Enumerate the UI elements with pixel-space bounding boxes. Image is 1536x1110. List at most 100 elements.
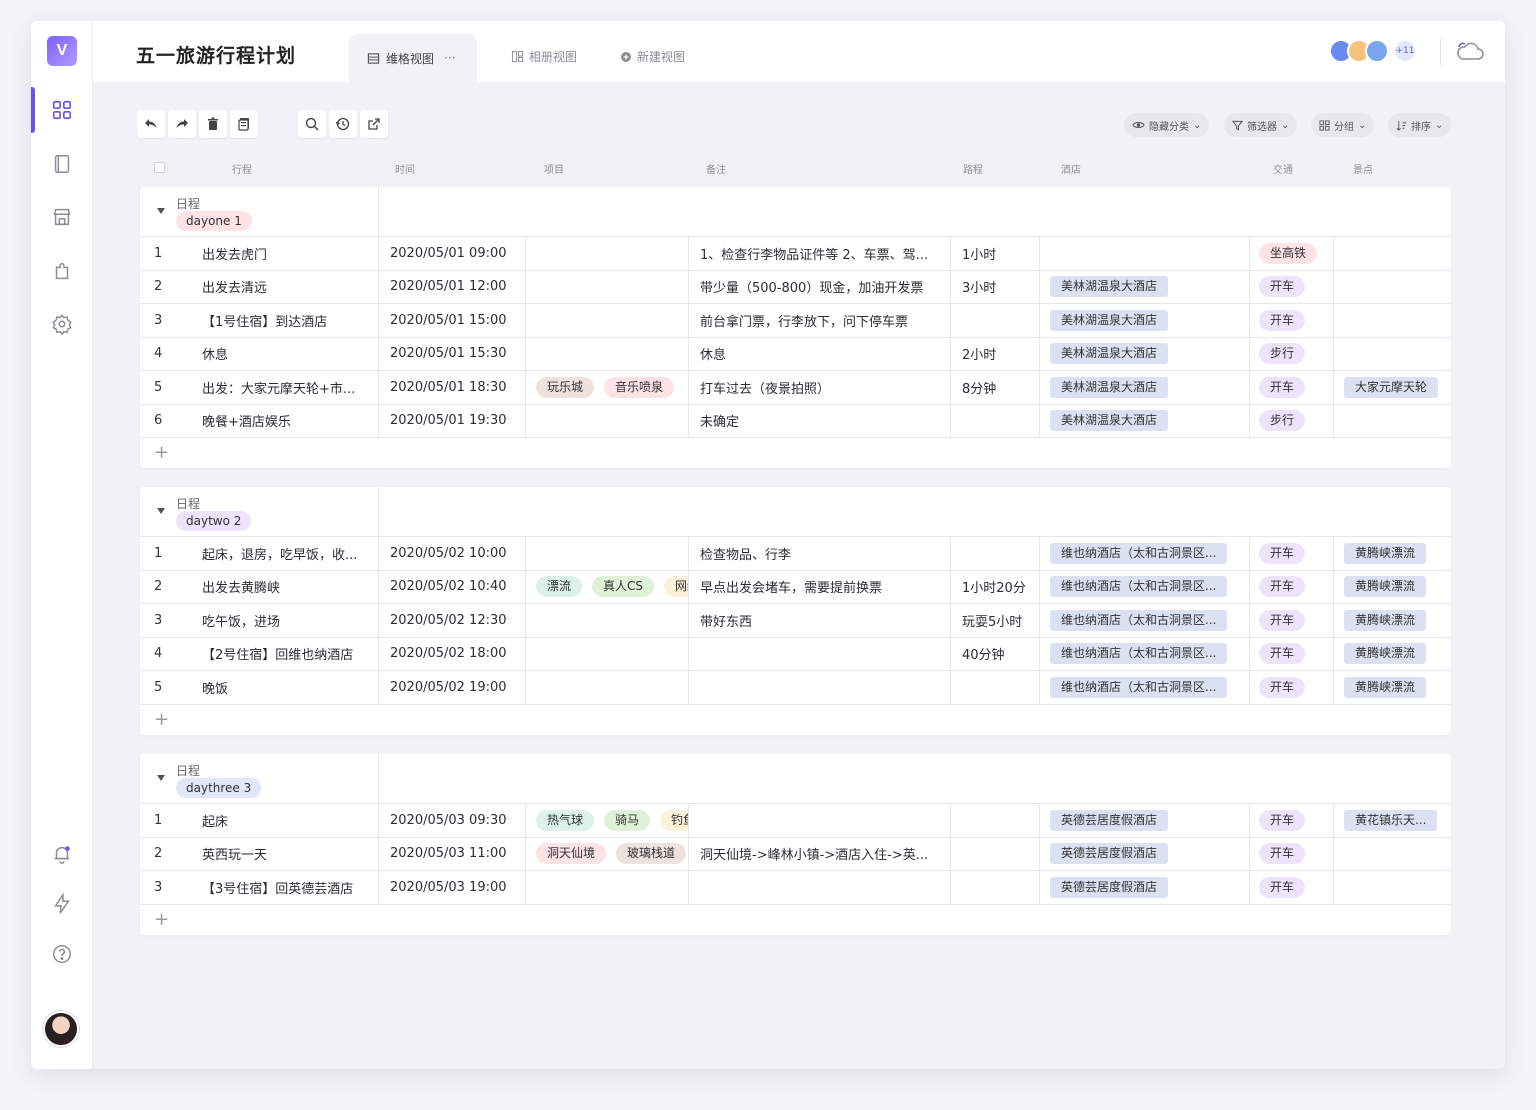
- cell-transport[interactable]: 开车: [1250, 604, 1334, 637]
- cell-time[interactable]: 2020/05/02 18:00: [379, 637, 526, 670]
- collapse-caret-icon[interactable]: [157, 508, 165, 514]
- history-button[interactable]: [329, 110, 357, 138]
- cell-transport[interactable]: 开车: [1250, 371, 1334, 404]
- cell-itinerary[interactable]: 起床，退房，吃早饭，收...: [190, 537, 379, 570]
- cell-note[interactable]: [689, 637, 951, 670]
- table-row[interactable]: 5 出发：大家元摩天轮+市... 2020/05/01 18:30 玩乐城 音乐喷泉 打车…: [140, 371, 1451, 405]
- cell-itinerary[interactable]: 【3号住宿】回英德芸酒店: [190, 871, 379, 904]
- cell-time[interactable]: 2020/05/02 12:30: [379, 604, 526, 637]
- cell-itinerary[interactable]: 英西玩一天: [190, 837, 379, 870]
- table-row[interactable]: 3 【3号住宿】回英德芸酒店 2020/05/03 19:00 英德芸居度假酒店 开车: [140, 871, 1451, 905]
- table-row[interactable]: 4 【2号住宿】回维也纳酒店 2020/05/02 18:00 40分钟 维也纳酒店（太…: [140, 637, 1451, 671]
- cell-itinerary[interactable]: 晚饭: [190, 671, 379, 704]
- cell-itinerary[interactable]: 出发去清远: [190, 270, 379, 303]
- cell-note[interactable]: 前台拿门票，行李放下，问下停车票: [689, 304, 951, 337]
- cell-attraction[interactable]: [1334, 838, 1451, 871]
- cell-attraction[interactable]: 黄腾峡漂流: [1334, 571, 1451, 604]
- table-row[interactable]: 1 出发去虎门 2020/05/01 09:00 1、检查行李物品证件等 2、车票、驾…: [140, 237, 1451, 271]
- cell-hotel[interactable]: 美林湖温泉大酒店: [1040, 371, 1250, 404]
- cell-attraction[interactable]: [1334, 271, 1451, 304]
- cell-project[interactable]: [526, 671, 689, 704]
- cell-time[interactable]: 2020/05/01 19:30: [379, 404, 526, 437]
- add-record-button[interactable]: +: [140, 905, 1451, 935]
- filter-button[interactable]: 筛选器 ⌄: [1224, 113, 1298, 137]
- table-row[interactable]: 4 休息 2020/05/01 15:30 休息 2小时 美林湖温泉大酒店 步行: [140, 337, 1451, 371]
- cell-note[interactable]: 未确定: [689, 404, 951, 437]
- cell-time[interactable]: 2020/05/01 15:00: [379, 304, 526, 337]
- cell-transport[interactable]: 坐高铁: [1250, 237, 1334, 270]
- search-button[interactable]: [298, 110, 326, 138]
- cell-project[interactable]: [526, 304, 689, 337]
- cell-time[interactable]: 2020/05/03 19:00: [379, 871, 526, 904]
- cell-attraction[interactable]: 黄腾峡漂流: [1334, 671, 1451, 704]
- store-icon[interactable]: [50, 205, 74, 229]
- undo-button[interactable]: [137, 110, 165, 138]
- cell-itinerary[interactable]: 出发：大家元摩天轮+市...: [190, 371, 379, 404]
- cell-transport[interactable]: 步行: [1250, 404, 1334, 437]
- cell-hotel[interactable]: 维也纳酒店（太和古洞景区...: [1040, 637, 1250, 670]
- cell-distance[interactable]: 40分钟: [951, 637, 1040, 670]
- table-row[interactable]: 2 出发去黄腾峡 2020/05/02 10:40 漂流真人CS 网红早点出发会堵车，需…: [140, 570, 1451, 604]
- cell-note[interactable]: 带少量（500-800）现金，加油开发票: [689, 270, 951, 303]
- tab-more-icon[interactable]: ···: [444, 51, 455, 65]
- cell-project[interactable]: [526, 604, 689, 637]
- cell-distance[interactable]: [951, 537, 1040, 570]
- cell-transport[interactable]: 开车: [1250, 537, 1334, 570]
- notebook-icon[interactable]: [50, 152, 74, 176]
- cell-hotel[interactable]: 英德芸居度假酒店: [1040, 837, 1250, 870]
- share-button[interactable]: [360, 110, 388, 138]
- copy-button[interactable]: [230, 110, 258, 138]
- lightning-icon[interactable]: [50, 892, 74, 916]
- table-row[interactable]: 5 晚饭 2020/05/02 19:00 维也纳酒店（太和古洞景区... 开车 黄腾峡漂…: [140, 671, 1451, 705]
- tab-gallery-view[interactable]: 相册视图: [511, 48, 577, 65]
- cell-distance[interactable]: [951, 404, 1040, 437]
- cell-distance[interactable]: 3小时: [951, 270, 1040, 303]
- cell-attraction[interactable]: 黄腾峡漂流: [1334, 638, 1451, 671]
- member-avatars[interactable]: +11: [1329, 39, 1417, 63]
- column-header[interactable]: 时间: [395, 161, 415, 176]
- cell-project[interactable]: [526, 337, 689, 370]
- cell-note[interactable]: 检查物品、行李: [689, 537, 951, 570]
- redo-button[interactable]: [168, 110, 196, 138]
- app-logo[interactable]: V: [47, 36, 77, 66]
- collapse-caret-icon[interactable]: [157, 775, 165, 781]
- notification-bell-icon[interactable]: [50, 842, 74, 866]
- user-avatar[interactable]: [43, 1011, 79, 1047]
- cell-note[interactable]: [689, 671, 951, 704]
- cell-distance[interactable]: 1小时: [951, 237, 1040, 270]
- cell-distance[interactable]: 2小时: [951, 337, 1040, 370]
- cell-itinerary[interactable]: 休息: [190, 337, 379, 370]
- hide-fields-button[interactable]: 隐藏分类 ⌄: [1124, 113, 1210, 137]
- column-header[interactable]: 路程: [963, 161, 983, 176]
- cell-project[interactable]: 玩乐城 音乐喷泉: [526, 371, 689, 404]
- cell-distance[interactable]: 1小时20分: [951, 570, 1040, 603]
- cell-project[interactable]: 洞天仙境 玻璃栈道: [526, 837, 689, 870]
- cell-distance[interactable]: [951, 871, 1040, 904]
- cell-itinerary[interactable]: 吃午饭，进场: [190, 604, 379, 637]
- cell-itinerary[interactable]: 【1号住宿】到达酒店: [190, 304, 379, 337]
- table-row[interactable]: 2 英西玩一天 2020/05/03 11:00 洞天仙境 玻璃栈道 洞天仙境->峰林小镇…: [140, 837, 1451, 871]
- puzzle-icon[interactable]: [50, 259, 74, 283]
- cell-distance[interactable]: 8分钟: [951, 371, 1040, 404]
- delete-button[interactable]: [199, 110, 227, 138]
- cell-transport[interactable]: 步行: [1250, 337, 1334, 370]
- cell-hotel[interactable]: 美林湖温泉大酒店: [1040, 270, 1250, 303]
- cell-attraction[interactable]: [1334, 338, 1451, 371]
- table-row[interactable]: 3 吃午饭，进场 2020/05/02 12:30 带好东西 玩耍5小时 维也纳酒店（太和…: [140, 604, 1451, 638]
- cell-project[interactable]: 漂流真人CS 网红: [526, 570, 689, 603]
- cell-hotel[interactable]: 美林湖温泉大酒店: [1040, 337, 1250, 370]
- cell-project[interactable]: [526, 871, 689, 904]
- group-button[interactable]: 分组 ⌄: [1311, 113, 1375, 137]
- cell-attraction[interactable]: 黄花镇乐天...: [1334, 804, 1451, 837]
- cell-attraction[interactable]: [1334, 871, 1451, 904]
- cell-project[interactable]: [526, 237, 689, 270]
- cell-transport[interactable]: 开车: [1250, 837, 1334, 870]
- cell-distance[interactable]: [951, 671, 1040, 704]
- cell-attraction[interactable]: 大家元摩天轮: [1334, 371, 1451, 404]
- cell-note[interactable]: 打车过去（夜景拍照）: [689, 371, 951, 404]
- cell-note[interactable]: 洞天仙境->峰林小镇->酒店入住->英...: [689, 837, 951, 870]
- cell-attraction[interactable]: 黄腾峡漂流: [1334, 537, 1451, 570]
- table-row[interactable]: 6 晚餐+酒店娱乐 2020/05/01 19:30 未确定 美林湖温泉大酒店 步行: [140, 404, 1451, 438]
- cell-note[interactable]: 休息: [689, 337, 951, 370]
- cell-hotel[interactable]: 英德芸居度假酒店: [1040, 804, 1250, 837]
